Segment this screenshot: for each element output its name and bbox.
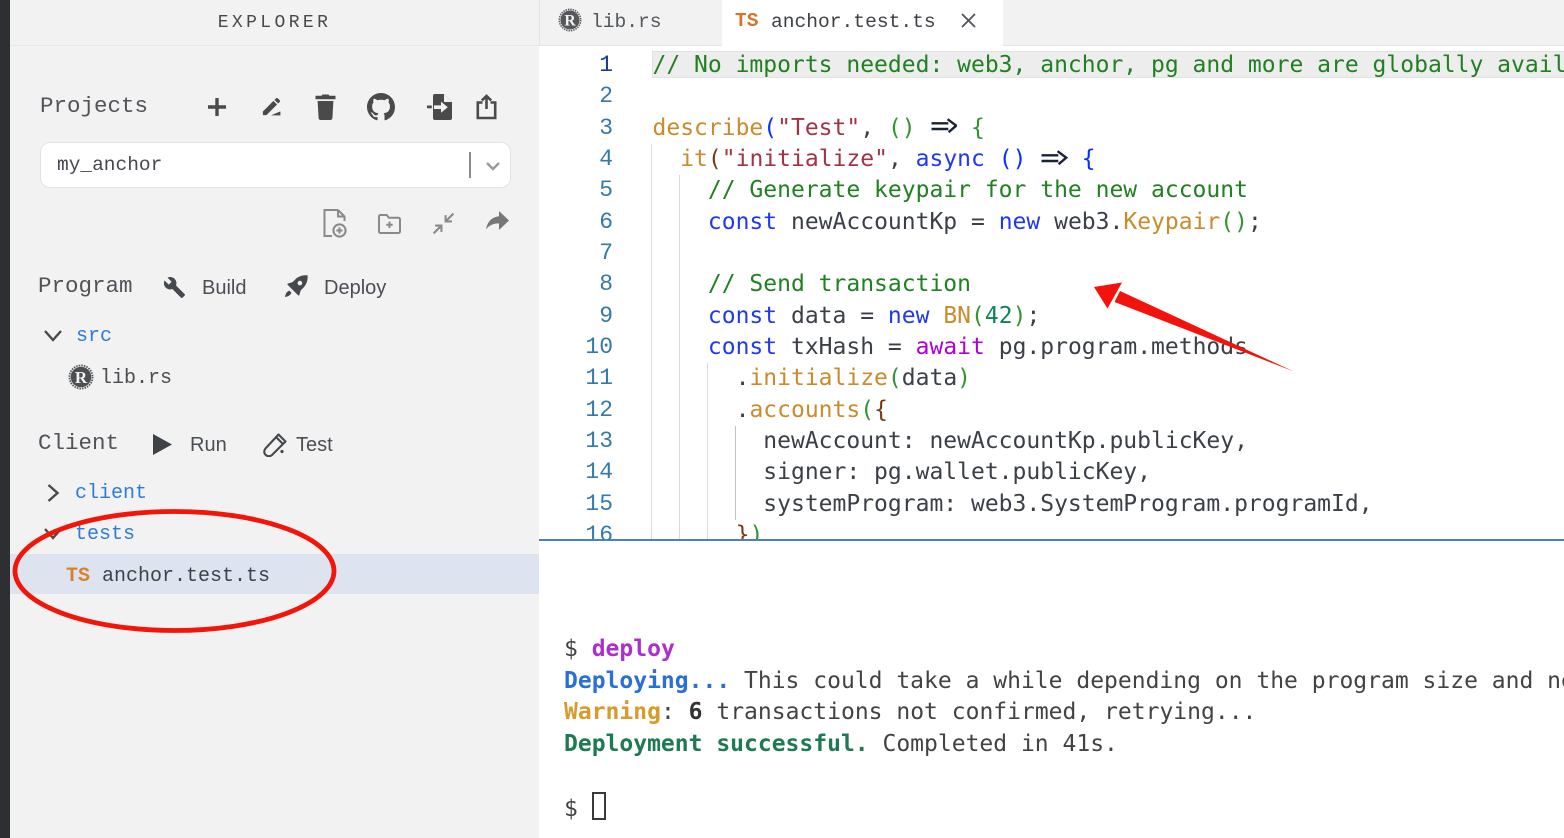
svg-text:R: R bbox=[564, 13, 576, 30]
svg-text:R: R bbox=[75, 368, 88, 387]
